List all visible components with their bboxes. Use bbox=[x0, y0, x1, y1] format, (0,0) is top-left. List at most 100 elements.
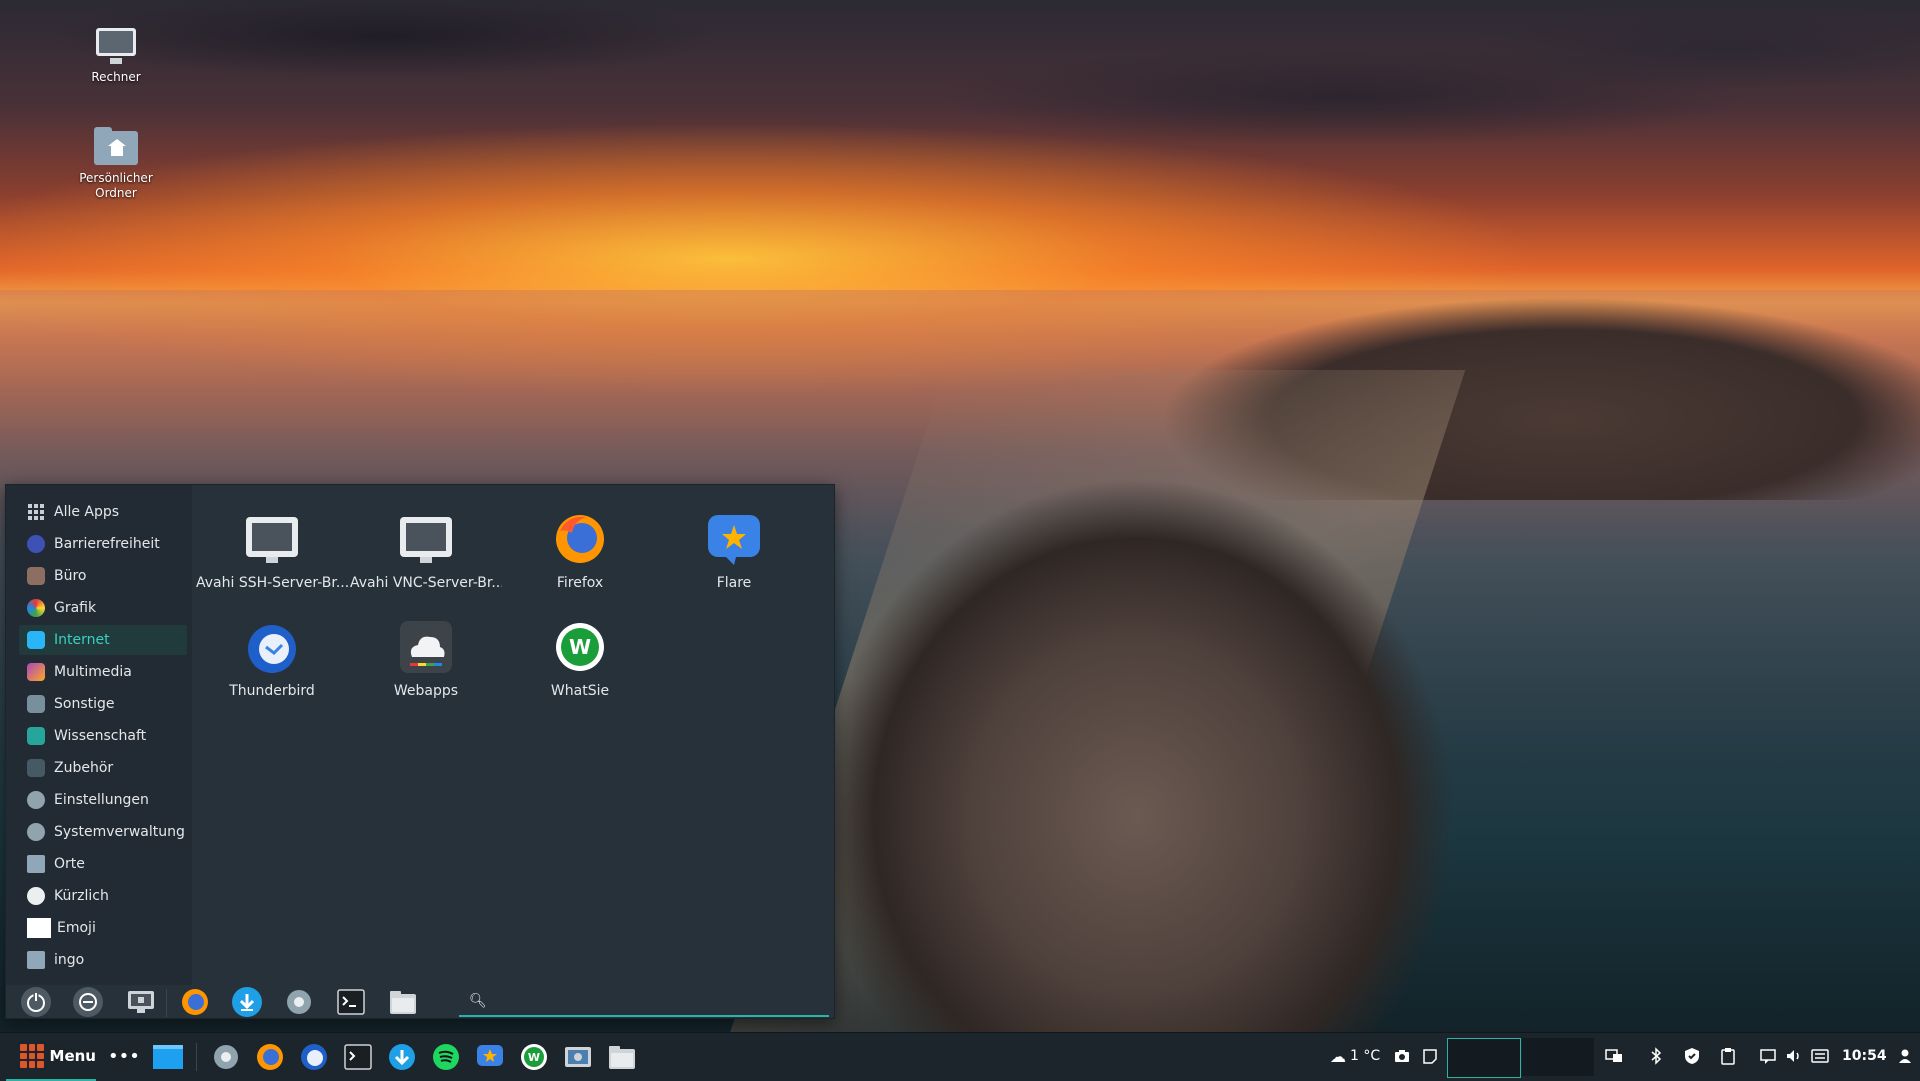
notes-icon[interactable] bbox=[1421, 1047, 1439, 1065]
office-icon bbox=[27, 567, 45, 585]
category-accessories[interactable]: Zubehör bbox=[19, 753, 187, 783]
shield-icon[interactable] bbox=[1683, 1047, 1701, 1065]
desktop-icon-computer[interactable]: Rechner bbox=[66, 26, 166, 85]
separator bbox=[166, 989, 167, 1017]
taskbar-spotify[interactable] bbox=[431, 1042, 461, 1072]
app-whatsie[interactable]: W WhatSie bbox=[504, 593, 656, 699]
taskbar-settings[interactable] bbox=[211, 1042, 241, 1072]
display-icon[interactable] bbox=[1605, 1047, 1623, 1065]
file-manager-icon bbox=[390, 991, 416, 1014]
app-firefox[interactable]: Firefox bbox=[504, 485, 656, 591]
firefox-icon bbox=[552, 511, 608, 567]
category-internet[interactable]: Internet bbox=[19, 625, 187, 655]
terminal-icon bbox=[344, 1044, 372, 1070]
multimedia-icon bbox=[27, 663, 45, 681]
volume-icon[interactable] bbox=[1785, 1047, 1803, 1065]
taskbar-download[interactable] bbox=[387, 1042, 417, 1072]
launcher-file-manager[interactable] bbox=[388, 987, 418, 1017]
search-input[interactable] bbox=[489, 991, 823, 1013]
launcher-firefox[interactable] bbox=[180, 987, 210, 1017]
weather-applet[interactable]: ☁ 1 °C bbox=[1330, 1033, 1380, 1079]
category-label: Büro bbox=[54, 568, 87, 584]
logout-button[interactable] bbox=[73, 987, 103, 1017]
wallpaper-clouds bbox=[0, 0, 1920, 240]
menu-button[interactable]: Menu bbox=[6, 1033, 96, 1081]
more-icon[interactable]: ••• bbox=[108, 1042, 140, 1072]
category-accessibility[interactable]: Barrierefreiheit bbox=[19, 529, 187, 559]
category-settings[interactable]: Einstellungen bbox=[19, 785, 187, 815]
category-label: Alle Apps bbox=[54, 504, 120, 520]
menu-grid-icon bbox=[20, 1044, 44, 1068]
notifications-icon[interactable] bbox=[1759, 1047, 1777, 1065]
screenshot-icon bbox=[565, 1047, 591, 1067]
internet-icon bbox=[27, 631, 45, 649]
category-graphics[interactable]: Grafik bbox=[19, 593, 187, 623]
app-avahi-vnc[interactable]: Avahi VNC-Server-Br... bbox=[350, 485, 502, 591]
app-avahi-ssh[interactable]: Avahi SSH-Server-Br... bbox=[196, 485, 348, 591]
launcher-settings[interactable] bbox=[284, 987, 314, 1017]
power-button[interactable] bbox=[21, 987, 51, 1017]
category-science[interactable]: Wissenschaft bbox=[19, 721, 187, 751]
places-icon bbox=[27, 855, 45, 873]
category-all-apps[interactable]: Alle Apps bbox=[19, 497, 187, 527]
app-grid: Avahi SSH-Server-Br... Avahi VNC-Server-… bbox=[196, 485, 832, 985]
app-label: Avahi SSH-Server-Br... bbox=[196, 575, 348, 591]
lock-screen-button[interactable] bbox=[126, 987, 156, 1017]
home-folder-icon bbox=[94, 127, 138, 167]
whatsie-icon: W bbox=[521, 1044, 547, 1070]
taskbar-file-manager[interactable] bbox=[607, 1042, 637, 1072]
category-multimedia[interactable]: Multimedia bbox=[19, 657, 187, 687]
category-label: Internet bbox=[54, 632, 110, 648]
launcher-terminal[interactable] bbox=[336, 987, 366, 1017]
category-places[interactable]: Orte bbox=[19, 849, 187, 879]
category-label: Multimedia bbox=[54, 664, 132, 680]
app-label: Firefox bbox=[556, 575, 604, 591]
bluetooth-icon[interactable] bbox=[1647, 1047, 1665, 1065]
settings-icon bbox=[287, 990, 311, 1014]
category-label: Einstellungen bbox=[54, 792, 149, 808]
category-other[interactable]: Sonstige bbox=[19, 689, 187, 719]
app-flare[interactable]: Flare bbox=[658, 485, 810, 591]
category-label: Kürzlich bbox=[54, 888, 109, 904]
app-thunderbird[interactable]: Thunderbird bbox=[196, 593, 348, 699]
search-box[interactable]: 🔍︎ bbox=[459, 989, 829, 1017]
launcher-download[interactable] bbox=[232, 987, 262, 1017]
taskbar-terminal[interactable] bbox=[343, 1042, 373, 1072]
category-label: Systemverwaltung bbox=[54, 824, 185, 840]
category-user-folder[interactable]: ingo bbox=[19, 945, 187, 975]
science-icon bbox=[27, 727, 45, 745]
show-desktop-button[interactable] bbox=[153, 1042, 183, 1072]
category-label: Grafik bbox=[54, 600, 97, 616]
workspace-1[interactable] bbox=[1447, 1038, 1521, 1078]
category-recent[interactable]: Kürzlich bbox=[19, 881, 187, 911]
app-label: Thunderbird bbox=[229, 683, 315, 699]
taskbar-flare[interactable] bbox=[475, 1042, 505, 1072]
other-icon bbox=[27, 695, 45, 713]
category-sidebar: Alle Apps Barrierefreiheit Büro Grafik I… bbox=[6, 485, 192, 985]
clock[interactable]: 10:54 bbox=[1842, 1033, 1887, 1079]
logout-icon bbox=[79, 993, 97, 1011]
app-webapps[interactable]: Webapps bbox=[350, 593, 502, 699]
webapps-icon bbox=[398, 619, 454, 675]
system-icon bbox=[27, 823, 45, 841]
clipboard-icon[interactable] bbox=[1719, 1047, 1737, 1065]
taskbar-whatsie[interactable]: W bbox=[519, 1042, 549, 1072]
user-icon[interactable] bbox=[1896, 1047, 1914, 1065]
workspace-2[interactable] bbox=[1522, 1038, 1594, 1076]
monitor-icon bbox=[398, 511, 454, 567]
settings-icon bbox=[214, 1045, 238, 1069]
category-emoji[interactable]: Emoji bbox=[19, 913, 187, 943]
taskbar-firefox[interactable] bbox=[255, 1042, 285, 1072]
spotify-icon bbox=[433, 1044, 459, 1070]
graphics-icon bbox=[27, 599, 45, 617]
taskbar-screenshot[interactable] bbox=[563, 1042, 593, 1072]
search-icon: 🔍︎ bbox=[469, 993, 487, 1009]
taskbar-thunderbird[interactable] bbox=[299, 1042, 329, 1072]
category-label: ingo bbox=[54, 952, 85, 968]
category-label: Barrierefreiheit bbox=[54, 536, 160, 552]
category-office[interactable]: Büro bbox=[19, 561, 187, 591]
camera-icon[interactable] bbox=[1393, 1047, 1411, 1065]
desktop-icon-home[interactable]: Persönlicher Ordner bbox=[66, 127, 166, 201]
category-system[interactable]: Systemverwaltung bbox=[19, 817, 187, 847]
keyboard-icon[interactable] bbox=[1811, 1047, 1829, 1065]
